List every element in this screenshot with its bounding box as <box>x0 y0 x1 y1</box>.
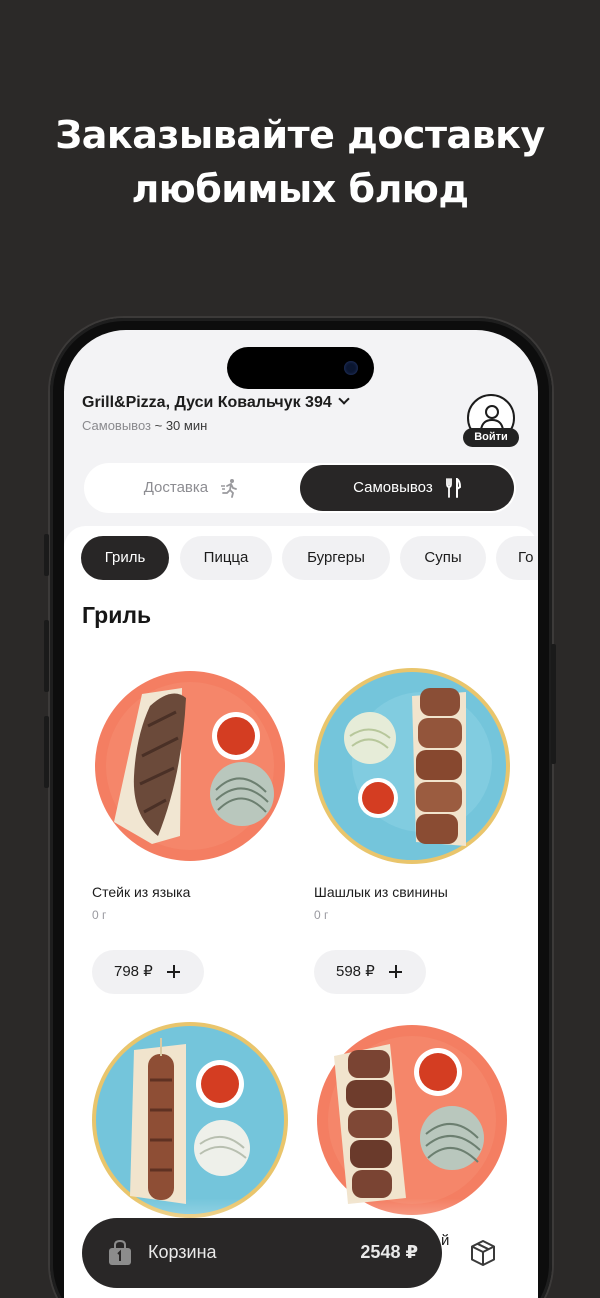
promo-headline: Заказывайте доставку любимых блюд <box>0 108 600 216</box>
phone-action-button <box>44 534 49 576</box>
store-selector[interactable]: Grill&Pizza, Дуси Ковальчук 394 <box>82 393 350 412</box>
category-bar: Гриль Пицца Бургеры Супы Го <box>81 536 538 580</box>
product-price: 598 ₽ <box>336 963 375 980</box>
product-price: 798 ₽ <box>114 963 153 980</box>
running-icon <box>221 479 238 498</box>
pork-shashlik-image <box>314 668 510 864</box>
category-chip-more[interactable]: Го <box>496 536 538 580</box>
box-icon[interactable] <box>468 1238 498 1268</box>
product-weight: 0 г <box>92 908 107 922</box>
menu-panel: Гриль Пицца Бургеры Супы Го Гриль Стейк … <box>64 526 538 1298</box>
order-mode-text: Самовывоз <box>82 418 151 433</box>
product-name: Стейк из языка <box>92 884 191 900</box>
order-mode-info: Самовывоз ~ 30 мин <box>82 418 207 433</box>
phone-power-button <box>551 644 556 764</box>
plus-icon <box>389 965 402 978</box>
fork-knife-icon <box>445 478 461 499</box>
order-mode-toggle: Доставка Самовывоз <box>84 463 516 513</box>
product-name: Шашлык из свинины <box>314 884 448 900</box>
tongue-steak-image <box>95 671 285 861</box>
grill-assorted-image <box>317 1025 507 1215</box>
product-card[interactable]: Шашлык из свинины 0 г 598 ₽ <box>312 666 522 996</box>
headline-line-1: Заказывайте доставку <box>55 113 545 157</box>
cart-total: 2548 ₽ <box>360 1242 418 1262</box>
hidden-product-text: й <box>441 1232 450 1249</box>
bag-icon <box>109 1240 131 1265</box>
phone-volume-down <box>44 716 49 788</box>
product-weight: 0 г <box>314 908 329 922</box>
store-name: Grill&Pizza, Дуси Ковальчук 394 <box>82 394 332 411</box>
delivery-option[interactable]: Доставка <box>84 463 300 513</box>
chevron-down-icon <box>338 393 350 405</box>
headline-line-2: любимых блюд <box>131 167 469 211</box>
section-title: Гриль <box>82 602 152 628</box>
app-screen: Grill&Pizza, Дуси Ковальчук 394 Самовыво… <box>64 330 538 1298</box>
lula-kebab-image <box>92 1022 288 1218</box>
add-to-cart-button[interactable]: 798 ₽ <box>92 950 204 994</box>
plus-icon <box>167 965 180 978</box>
cart-label: Корзина <box>148 1242 217 1262</box>
phone-volume-up <box>44 620 49 692</box>
product-card[interactable]: Стейк из языка 0 г 798 ₽ <box>90 666 300 996</box>
add-to-cart-button[interactable]: 598 ₽ <box>314 950 426 994</box>
category-chip-burgers[interactable]: Бургеры <box>282 536 390 580</box>
category-chip-grill[interactable]: Гриль <box>81 536 169 580</box>
cart-button[interactable]: Корзина 2548 ₽ <box>82 1218 442 1288</box>
user-icon <box>480 405 504 431</box>
pickup-option[interactable]: Самовывоз <box>300 465 514 511</box>
delivery-label: Доставка <box>143 479 209 496</box>
pickup-label: Самовывоз <box>353 479 433 496</box>
camera-icon <box>344 361 358 375</box>
login-badge[interactable]: Войти <box>463 428 519 447</box>
dynamic-island <box>227 347 374 389</box>
category-chip-soups[interactable]: Супы <box>400 536 486 580</box>
order-time-text: ~ 30 мин <box>154 418 208 433</box>
category-chip-pizza[interactable]: Пицца <box>180 536 272 580</box>
